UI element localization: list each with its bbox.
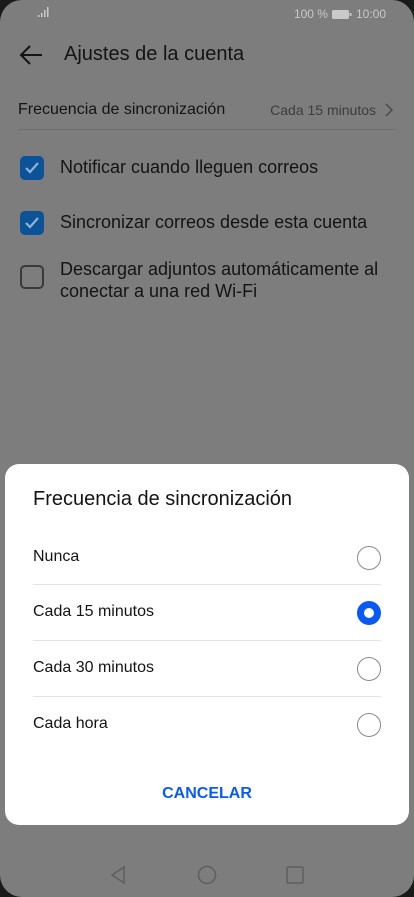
notify-label: Notificar cuando lleguen correos (60, 157, 319, 177)
option-label: Cada 15 minutos (33, 603, 154, 620)
clock: 10:00 (355, 7, 386, 21)
option-15-minutes[interactable]: Cada 15 minutos (33, 585, 381, 641)
app-header: Ajustes de la cuenta (0, 30, 414, 82)
page-title: Ajustes de la cuenta (64, 43, 245, 65)
option-hourly[interactable]: Cada hora (33, 697, 381, 753)
sync-account-checkbox[interactable] (20, 211, 44, 235)
dialog-title: Frecuencia de sincronización (33, 488, 293, 510)
sync-frequency-row[interactable]: Frecuencia de sincronización Cada 15 min… (18, 92, 396, 130)
radio-button[interactable] (357, 713, 381, 737)
cancel-button[interactable]: CANCELAR (105, 776, 309, 812)
option-30-minutes[interactable]: Cada 30 minutos (33, 641, 381, 697)
download-attachments-label: Descargar adjuntos automáticamente al co… (60, 259, 379, 301)
battery-percent: 100 % (293, 7, 328, 21)
sync-account-label: Sincronizar correos desde esta cuenta (60, 212, 368, 232)
back-arrow-icon[interactable] (18, 42, 44, 68)
chevron-right-icon (385, 103, 394, 117)
recents-square-icon[interactable] (285, 865, 305, 885)
checkmark-icon (25, 162, 39, 174)
option-label: Nunca (33, 548, 80, 565)
sync-frequency-dialog: Frecuencia de sincronización Nunca Cada … (5, 464, 409, 825)
download-attachments-checkbox[interactable] (20, 265, 44, 289)
phone-screen: 100 % 10:00 Ajustes de la cuenta Frecuen… (0, 0, 414, 897)
notify-checkbox[interactable] (20, 156, 44, 180)
checkmark-icon (25, 217, 39, 229)
sync-frequency-label: Frecuencia de sincronización (18, 101, 226, 118)
radio-button-selected[interactable] (357, 601, 381, 625)
back-triangle-icon[interactable] (108, 865, 128, 885)
home-circle-icon[interactable] (197, 865, 217, 885)
radio-button[interactable] (357, 546, 381, 570)
signal-icon (38, 7, 49, 17)
battery-icon (331, 9, 352, 19)
radio-button[interactable] (357, 657, 381, 681)
status-bar: 100 % 10:00 (0, 0, 414, 30)
sync-frequency-value: Cada 15 minutos (270, 102, 376, 118)
navigation-bar (0, 855, 414, 897)
option-label: Cada hora (33, 715, 108, 732)
option-never[interactable]: Nunca (33, 530, 381, 586)
option-label: Cada 30 minutos (33, 659, 154, 676)
